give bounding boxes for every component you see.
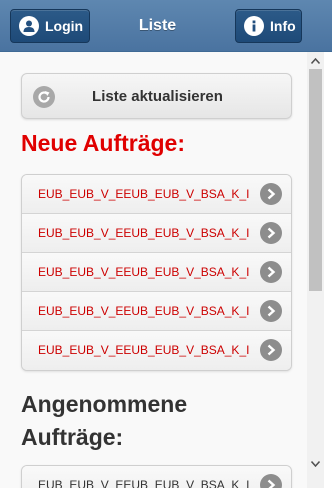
- list-item[interactable]: EUB_EUB_V_EEUB_EUB_V_BSA_K_I: [22, 253, 291, 292]
- chevron-right-icon: [260, 261, 282, 283]
- login-button[interactable]: Login: [10, 9, 90, 43]
- order-label: EUB_EUB_V_EEUB_EUB_V_BSA_K_I: [38, 343, 250, 357]
- order-label: EUB_EUB_V_EEUB_EUB_V_BSA_K_I: [38, 226, 250, 240]
- chevron-right-icon: [260, 183, 282, 205]
- scroll-thumb[interactable]: [309, 69, 322, 291]
- info-label: Info: [270, 18, 296, 34]
- app-frame: Login Liste Info Liste aktualisieren Neu…: [0, 0, 332, 496]
- info-icon: [244, 16, 264, 36]
- list-item[interactable]: EUB_EUB_V_EEUB_EUB_V_BSA_K_I: [22, 214, 291, 253]
- page-title: Liste: [138, 17, 177, 34]
- login-label: Login: [45, 18, 84, 34]
- chevron-right-icon: [260, 222, 282, 244]
- order-label: EUB_EUB_V_EEUB_EUB_V_BSA_K_I: [38, 304, 250, 318]
- order-label: EUB_EUB_V_EEUB_EUB_V_BSA_K_I: [38, 265, 250, 279]
- scroll-down-arrow-icon[interactable]: [307, 455, 324, 472]
- header-bar: Login Liste Info: [0, 0, 332, 52]
- new-orders-list: EUB_EUB_V_EEUB_EUB_V_BSA_K_I EUB_EUB_V_E…: [21, 174, 292, 371]
- chevron-right-icon: [260, 300, 282, 322]
- list-item[interactable]: EUB_EUB_V_EEUB_EUB_V_BSA_K_I: [22, 175, 291, 214]
- scroll-up-arrow-icon[interactable]: [307, 52, 324, 69]
- list-item[interactable]: EUB_EUB_V_EEUB_EUB_V_BSA_K_I: [22, 331, 291, 370]
- list-item[interactable]: EUB_EUB_V_EEUB_EUB_V_BSA_K_I: [22, 292, 291, 331]
- accepted-orders-heading: Angenommene Aufträge:: [21, 391, 188, 451]
- new-orders-heading: Neue Aufträge:: [21, 130, 185, 156]
- window-edge-right: [324, 52, 332, 496]
- info-button[interactable]: Info: [235, 9, 302, 43]
- refresh-list-label: Liste aktualisieren: [92, 88, 223, 105]
- window-edge-bottom: [0, 488, 332, 496]
- chevron-right-icon: [260, 339, 282, 361]
- user-icon: [19, 16, 39, 36]
- refresh-list-button[interactable]: Liste aktualisieren: [21, 73, 292, 119]
- order-label: EUB_EUB_V_EEUB_EUB_V_BSA_K_I: [38, 187, 250, 201]
- vertical-scrollbar[interactable]: [307, 52, 324, 496]
